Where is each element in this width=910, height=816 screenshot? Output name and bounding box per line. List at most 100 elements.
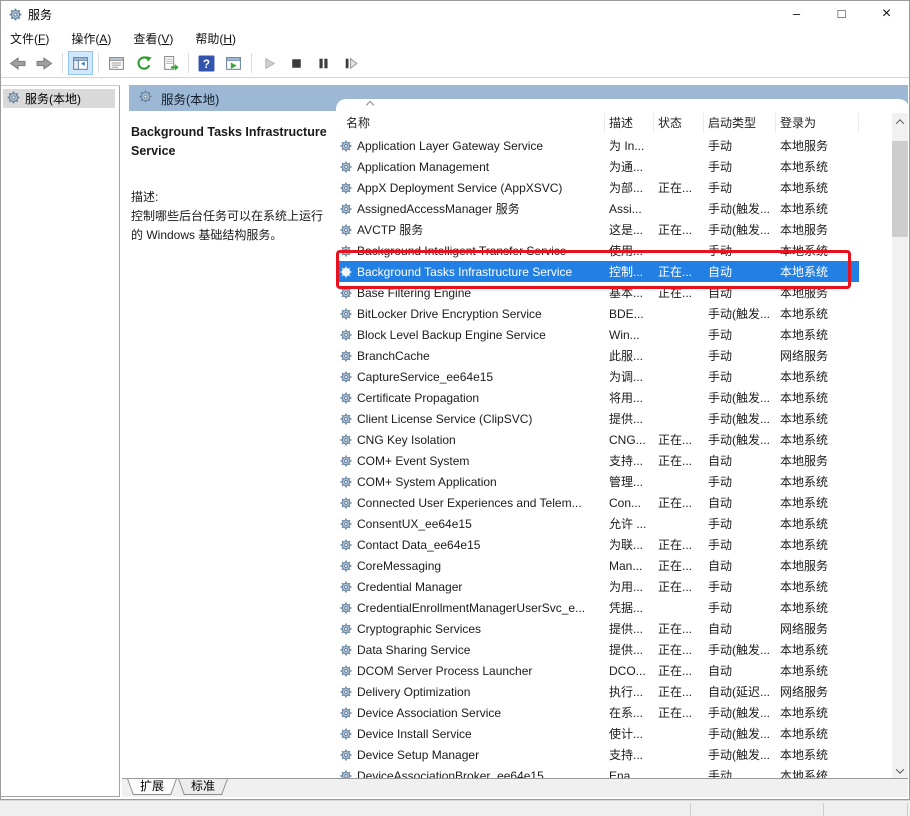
toolbar-separator — [188, 53, 189, 73]
service-row[interactable]: Block Level Backup Engine ServiceWin...手… — [336, 324, 859, 345]
service-startup: 手动(触发... — [704, 431, 776, 448]
stop-service-icon[interactable] — [284, 51, 309, 75]
refresh-icon[interactable] — [131, 51, 156, 75]
tree-item-services-local[interactable]: 服务(本地) — [3, 89, 115, 108]
service-status: 正在... — [654, 662, 704, 679]
service-row[interactable]: Contact Data_ee64e15为联...正在...手动本地系统 — [336, 534, 859, 555]
service-row[interactable]: Cryptographic Services提供...正在...自动网络服务 — [336, 618, 859, 639]
menu-help[interactable]: 帮助(H) — [195, 30, 236, 47]
service-row[interactable]: Connected User Experiences and Telem...C… — [336, 492, 859, 513]
service-gear-icon — [340, 518, 352, 530]
service-gear-icon — [340, 686, 352, 698]
service-row[interactable]: Credential Manager为用...正在...手动本地系统 — [336, 576, 859, 597]
service-row[interactable]: Application Layer Gateway Service为 In...… — [336, 135, 859, 156]
restart-service-icon[interactable] — [338, 51, 363, 75]
service-row[interactable]: AssignedAccessManager 服务Assi...手动(触发...本… — [336, 198, 859, 219]
tab-standard[interactable]: 标准 — [186, 779, 220, 795]
extended-view-icon[interactable] — [221, 51, 246, 75]
service-row[interactable]: CaptureService_ee64e15为调...手动本地系统 — [336, 366, 859, 387]
service-row[interactable]: Delivery Optimization执行...正在...自动(延迟...网… — [336, 681, 859, 702]
column-header-logon[interactable]: 登录为 — [776, 113, 859, 133]
service-row[interactable]: Certificate Propagation将用...手动(触发...本地系统 — [336, 387, 859, 408]
service-name: COM+ System Application — [357, 475, 497, 489]
scroll-up-button[interactable] — [892, 113, 908, 130]
service-row[interactable]: Base Filtering Engine基本...正在...自动本地服务 — [336, 282, 859, 303]
service-gear-icon — [340, 161, 352, 173]
close-button[interactable]: × — [864, 1, 909, 27]
column-header-status[interactable]: 状态 — [654, 113, 704, 133]
service-row[interactable]: Device Association Service在系...正在...手动(触… — [336, 702, 859, 723]
start-service-icon[interactable] — [257, 51, 282, 75]
service-gear-icon — [340, 581, 352, 593]
description-label: 描述: — [131, 188, 333, 205]
toolbar-separator — [98, 53, 99, 73]
help-icon[interactable]: ? — [194, 51, 219, 75]
menu-file[interactable]: 文件(F) — [10, 30, 49, 47]
service-row[interactable]: Background Tasks Infrastructure Service控… — [336, 261, 859, 282]
service-startup: 手动(触发... — [704, 410, 776, 427]
column-header-name[interactable]: 名称 — [336, 113, 605, 133]
console-tree-icon[interactable] — [68, 51, 93, 75]
service-logon: 本地系统 — [776, 368, 859, 385]
service-row[interactable]: Application Management为通...手动本地系统 — [336, 156, 859, 177]
maximize-button[interactable]: □ — [819, 1, 864, 27]
service-row[interactable]: Client License Service (ClipSVC)提供...手动(… — [336, 408, 859, 429]
export-list-icon[interactable] — [158, 51, 183, 75]
service-row[interactable]: Data Sharing Service提供...正在...手动(触发...本地… — [336, 639, 859, 660]
service-row[interactable]: AppX Deployment Service (AppXSVC)为部...正在… — [336, 177, 859, 198]
service-gear-icon — [340, 182, 352, 194]
service-row[interactable]: BitLocker Drive Encryption ServiceBDE...… — [336, 303, 859, 324]
window-title: 服务 — [28, 6, 52, 23]
service-gear-icon — [340, 140, 352, 152]
service-row[interactable]: COM+ Event System支持...正在...自动本地服务 — [336, 450, 859, 471]
service-startup: 自动 — [704, 452, 776, 469]
service-startup: 手动 — [704, 137, 776, 154]
minimize-button[interactable]: – — [774, 1, 819, 27]
service-startup: 手动(触发... — [704, 725, 776, 742]
service-status: 正在... — [654, 557, 704, 574]
scroll-down-button[interactable] — [892, 762, 908, 779]
service-row[interactable]: AVCTP 服务这是...正在...手动(触发...本地服务 — [336, 219, 859, 240]
service-row[interactable]: CNG Key IsolationCNG...正在...手动(触发...本地系统 — [336, 429, 859, 450]
menu-action[interactable]: 操作(A) — [71, 30, 111, 47]
pause-service-icon[interactable] — [311, 51, 336, 75]
service-name: Data Sharing Service — [357, 643, 470, 657]
service-desc: DCO... — [605, 664, 654, 678]
service-row[interactable]: Device Setup Manager支持...手动(触发...本地系统 — [336, 744, 859, 765]
service-desc: 为用... — [605, 578, 654, 595]
window-controls: – □ × — [774, 1, 909, 27]
service-row[interactable]: BranchCache此服...手动网络服务 — [336, 345, 859, 366]
service-row[interactable]: Device Install Service使计...手动(触发...本地系统 — [336, 723, 859, 744]
service-row[interactable]: CoreMessagingMan...正在...自动本地服务 — [336, 555, 859, 576]
properties-icon[interactable] — [104, 51, 129, 75]
menu-bar: 文件(F) 操作(A) 查看(V) 帮助(H) — [1, 27, 909, 49]
column-header-desc[interactable]: 描述 — [605, 113, 654, 133]
service-gear-icon — [340, 413, 352, 425]
forward-icon[interactable] — [32, 51, 57, 75]
service-row[interactable]: DeviceAssociationBroker_ee64e15Ena...手动本… — [336, 765, 859, 779]
service-row[interactable]: DCOM Server Process LauncherDCO...正在...自… — [336, 660, 859, 681]
service-status: 正在... — [654, 641, 704, 658]
service-desc: 此服... — [605, 347, 654, 364]
scrollbar-thumb[interactable] — [892, 141, 908, 237]
service-startup: 手动 — [704, 179, 776, 196]
service-logon: 本地系统 — [776, 641, 859, 658]
service-name-cell: Device Association Service — [336, 706, 605, 720]
service-row[interactable]: ConsentUX_ee64e15允许 ...手动本地系统 — [336, 513, 859, 534]
service-name: Connected User Experiences and Telem... — [357, 496, 582, 510]
service-row[interactable]: COM+ System Application管理...手动本地系统 — [336, 471, 859, 492]
service-name: Application Layer Gateway Service — [357, 139, 543, 153]
tab-extended[interactable]: 扩展 — [135, 779, 169, 795]
view-tab-bar: 扩展 标准 — [122, 778, 908, 797]
vertical-scrollbar[interactable] — [892, 113, 908, 779]
service-name: DCOM Server Process Launcher — [357, 664, 532, 678]
service-row[interactable]: CredentialEnrollmentManagerUserSvc_e...凭… — [336, 597, 859, 618]
service-name-cell: BitLocker Drive Encryption Service — [336, 307, 605, 321]
back-icon[interactable] — [5, 51, 30, 75]
menu-view[interactable]: 查看(V) — [133, 30, 173, 47]
service-row[interactable]: Background Intelligent Transfer Service使… — [336, 240, 859, 261]
service-logon: 本地系统 — [776, 746, 859, 763]
service-status: 正在... — [654, 179, 704, 196]
service-status: 正在... — [654, 683, 704, 700]
column-header-startup[interactable]: 启动类型 — [704, 113, 776, 133]
